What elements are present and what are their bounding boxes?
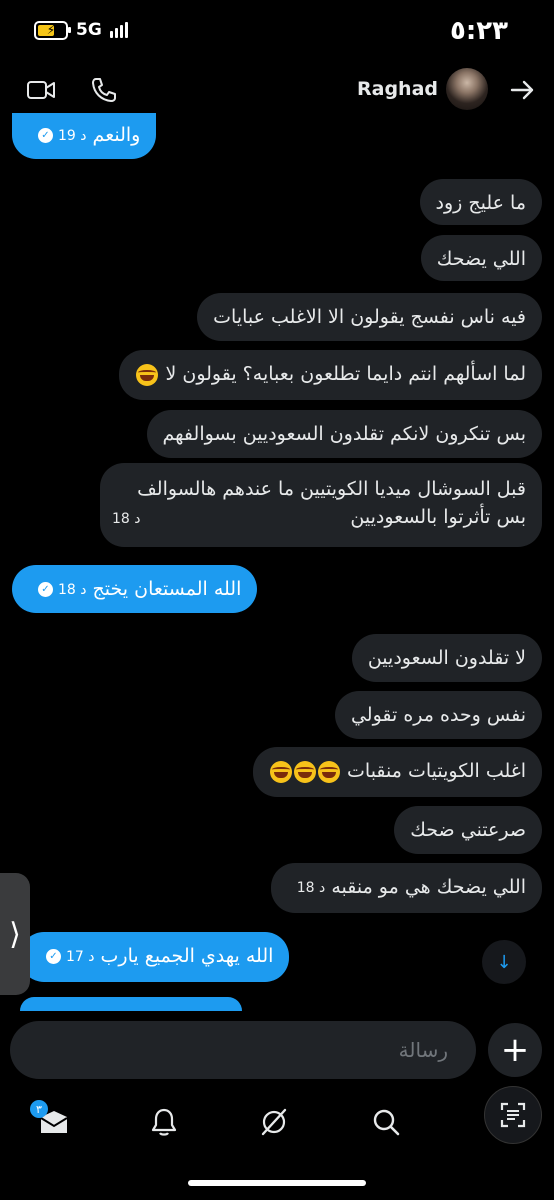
message-time: 18 د xyxy=(296,879,326,896)
message-bubble[interactable]: ما عليج زود xyxy=(419,179,542,225)
home-indicator xyxy=(188,1180,366,1186)
status-time: ٥:٢٣ xyxy=(450,16,509,46)
message-text: لما اسألهم انتم دايما تطلعون بعبايه؟ يقو… xyxy=(165,363,526,385)
message-text: اغلب الكويتيات منقبات xyxy=(347,760,526,782)
message-bubble-partial xyxy=(20,997,242,1011)
grok-icon xyxy=(261,1108,287,1136)
scroll-to-bottom-button[interactable]: ↓ xyxy=(482,940,526,984)
message-text: الله يهدي الجميع يارب xyxy=(100,945,274,967)
bell-icon xyxy=(151,1108,177,1136)
arrow-down-icon: ↓ xyxy=(496,951,512,973)
battery-icon: ⚡ xyxy=(34,20,71,40)
signal-icon xyxy=(109,22,128,38)
message-bubble[interactable]: قبل السوشال ميديا الكويتيين ما عندهم هال… xyxy=(100,463,542,547)
message-bubble[interactable]: والنعم ✓ 19 د xyxy=(12,113,157,159)
message-bubble[interactable]: الله المستعان يختج ✓ 18 د xyxy=(12,565,258,613)
message-bubble[interactable]: بس تنكرون لانكم تقلدون السعوديين بسوالفه… xyxy=(146,410,542,458)
messages-badge: ٣ xyxy=(30,1100,48,1118)
message-meta: ✓ 17 د xyxy=(46,943,95,971)
message-text: والنعم xyxy=(92,124,141,146)
nav-search[interactable] xyxy=(366,1102,406,1142)
phone-call-icon[interactable] xyxy=(90,76,118,108)
message-text: ما عليج زود xyxy=(435,192,526,214)
laughing-emoji-icon xyxy=(293,760,316,783)
add-attachment-button[interactable]: + xyxy=(488,1023,542,1077)
read-check-icon: ✓ xyxy=(46,949,61,964)
message-bubble[interactable]: لما اسألهم انتم دايما تطلعون بعبايه؟ يقو… xyxy=(119,350,542,400)
message-text: الله المستعان يختج xyxy=(92,578,242,600)
avatar[interactable] xyxy=(446,68,488,110)
message-time: 18 د xyxy=(112,511,141,527)
message-composer xyxy=(10,1021,476,1079)
message-bubble[interactable]: اللي يضحك xyxy=(420,235,542,281)
message-text-line: قبل السوشال ميديا الكويتيين ما عندهم هال… xyxy=(137,478,526,500)
laughing-emoji-icon xyxy=(136,363,159,386)
message-text: لا تقلدون السعوديين xyxy=(367,647,526,669)
message-bubble[interactable]: لا تقلدون السعوديين xyxy=(351,634,542,682)
nav-grok[interactable] xyxy=(254,1102,294,1142)
back-arrow-icon[interactable] xyxy=(510,78,536,106)
message-text: صرعتني ضحك xyxy=(410,819,526,841)
message-bubble[interactable]: فيه ناس نفسج يقولون الا الاغلب عبايات xyxy=(197,293,542,341)
laughing-emoji-icon xyxy=(317,760,340,783)
scan-button[interactable] xyxy=(484,1086,542,1144)
message-meta: ✓ 19 د xyxy=(38,122,87,150)
message-text-line: بس تأثرتوا بالسعوديين xyxy=(350,506,526,528)
nav-notifications[interactable] xyxy=(144,1102,184,1142)
message-bubble[interactable]: الله يهدي الجميع يارب ✓ 17 د xyxy=(20,932,290,982)
message-bubble[interactable]: صرعتني ضحك xyxy=(394,806,542,854)
chevron-left-icon: ⟩ xyxy=(9,916,21,952)
scan-icon xyxy=(500,1102,526,1128)
message-bubble[interactable]: اغلب الكويتيات منقبات xyxy=(252,747,542,797)
message-text: بس تنكرون لانكم تقلدون السعوديين بسوالفه… xyxy=(162,423,526,445)
message-bubble[interactable]: نفس وحده مره تقولي xyxy=(334,691,542,739)
video-call-icon[interactable] xyxy=(26,78,56,106)
plus-icon: + xyxy=(500,1030,530,1070)
status-bar-left: ⚡ 5G xyxy=(34,20,128,40)
message-meta: ✓ 18 د xyxy=(38,576,87,604)
message-input[interactable] xyxy=(10,1021,476,1079)
message-text: اللي يضحك هي مو منقبه xyxy=(331,876,526,898)
message-text: نفس وحده مره تقولي xyxy=(350,704,526,726)
read-check-icon: ✓ xyxy=(38,128,53,143)
message-time: 17 د xyxy=(66,948,95,965)
message-text: اللي يضحك xyxy=(436,248,526,270)
search-icon xyxy=(373,1109,400,1136)
message-time: 19 د xyxy=(58,127,87,144)
network-label: 5G xyxy=(76,20,102,40)
message-bubble[interactable]: اللي يضحك هي مو منقبه 18 د xyxy=(270,863,542,913)
side-panel-handle[interactable]: ⟩ xyxy=(0,873,30,995)
laughing-emoji-icon xyxy=(269,760,292,783)
message-time: 18 د xyxy=(58,581,87,598)
message-text: فيه ناس نفسج يقولون الا الاغلب عبايات xyxy=(213,306,526,328)
read-check-icon: ✓ xyxy=(38,582,53,597)
contact-name[interactable]: Raghad xyxy=(357,78,438,100)
